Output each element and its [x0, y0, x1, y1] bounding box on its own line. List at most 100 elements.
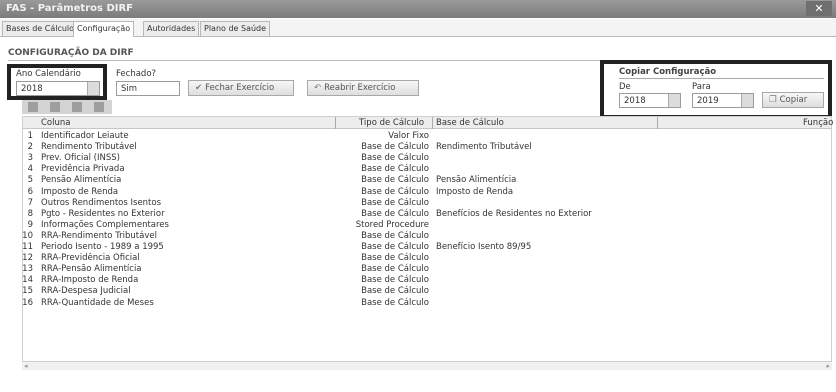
highlight-copiar-configuracao	[600, 60, 832, 119]
cell-coluna: RRA-Rendimento Tributável	[41, 230, 157, 241]
cell-tipo: Base de Cálculo	[361, 175, 429, 186]
cell-coluna: Imposto de Renda	[41, 186, 119, 197]
cell-coluna: Rendimento Tributável	[41, 142, 137, 153]
grid-tool-add-icon[interactable]	[28, 102, 38, 112]
cell-tipo: Base de Cálculo	[361, 142, 429, 153]
table-row[interactable]: 8 Pgto - Residentes no Exterior Base de Cá…	[23, 209, 831, 220]
cell-base: Benefício Isento 89/95	[436, 242, 532, 252]
cell-coluna: Prev. Oficial (INSS)	[41, 153, 120, 164]
header-divider	[335, 117, 336, 129]
cell-coluna: Identificador Leiaute	[41, 131, 129, 141]
cell-coluna: Previdência Privada	[41, 164, 125, 175]
tab-configuracao[interactable]: Configuração	[73, 21, 135, 37]
cell-coluna: RRA-Pensão Alimentícia	[41, 264, 142, 275]
scroll-left-icon[interactable]: ◂	[24, 362, 28, 370]
section-title: CONFIGURAÇÃO DA DIRF	[8, 48, 134, 58]
cell-num: 15	[22, 286, 33, 297]
cell-base: Imposto de Renda	[436, 186, 514, 197]
cell-num: 1	[27, 131, 33, 141]
cell-num: 16	[22, 297, 33, 308]
undo-icon: ↶	[314, 83, 322, 93]
table-row[interactable]: 3 Prev. Oficial (INSS) Base de Cálculo	[23, 153, 831, 164]
cell-coluna: RRA-Quantidade de Meses	[41, 297, 154, 308]
cell-tipo: Base de Cálculo	[361, 186, 429, 197]
table-row[interactable]: 16 RRA-Quantidade de Meses Base de Cálculo	[22, 297, 831, 309]
grid-toolbar	[22, 100, 112, 114]
cell-num: 10	[22, 230, 33, 241]
cell-tipo: Base de Cálculo	[361, 164, 429, 175]
header-tipo-de-calculo[interactable]: Tipo de Cálculo	[359, 118, 424, 128]
tab-bases-de-calculo[interactable]: Bases de Cálculo	[2, 21, 79, 36]
table-row[interactable]: 10 RRA-Rendimento Tributável Base de Cálcu…	[22, 230, 831, 242]
tab-bar: Bases de Cálculo Configuração Autoridade…	[0, 19, 836, 37]
table-row[interactable]: 6 Imposto de Renda Base de Cálculo Imposto …	[23, 187, 831, 198]
cell-coluna: RRA-Despesa Judicial	[41, 286, 131, 297]
cell-num: 4	[27, 164, 33, 175]
fechado-field[interactable]: Sim	[116, 81, 180, 96]
cell-tipo: Base de Cálculo	[361, 297, 429, 308]
cell-coluna: Informações Complementares	[41, 219, 169, 230]
grid-tool-delete-icon[interactable]	[72, 102, 82, 112]
cell-tipo: Base de Cálculo	[361, 197, 429, 208]
fechado-label: Fechado?	[116, 69, 157, 79]
table-row[interactable]: 1 Identificador Leiaute Valor Fixo	[23, 131, 831, 142]
cell-base: Rendimento Tributável	[436, 142, 532, 153]
cell-base: Pensão Alimentícia	[436, 175, 517, 186]
cell-tipo: Stored Procedure	[355, 219, 429, 230]
cell-num: 14	[22, 275, 33, 286]
table-row[interactable]: 11 Periodo Isento - 1989 a 1995 Base de Cá…	[22, 242, 831, 253]
cell-tipo: Base de Cálculo	[361, 242, 429, 252]
header-divider	[432, 117, 433, 129]
table-row[interactable]: 9 Informações Complementares Stored Proced…	[23, 220, 831, 231]
cell-tipo: Base de Cálculo	[361, 153, 429, 164]
fechar-exercicio-label: Fechar Exercício	[205, 83, 275, 93]
table-row[interactable]: 15 RRA-Despesa Judicial Base de Cálculo	[22, 286, 831, 297]
cell-num: 9	[27, 219, 33, 230]
cell-num: 6	[27, 186, 33, 197]
check-icon: ✔	[195, 83, 203, 93]
close-button[interactable]: ✕	[806, 1, 832, 16]
tab-autoridades[interactable]: Autoridades	[143, 21, 200, 36]
cell-coluna: RRA-Imposto de Renda	[41, 275, 139, 286]
fechado-value: Sim	[121, 84, 138, 94]
header-coluna[interactable]: Coluna	[41, 118, 70, 128]
cell-num: 5	[27, 175, 33, 186]
window-titlebar: FAS - Parâmetros DIRF ✕	[0, 0, 836, 18]
grid-tool-save-icon[interactable]	[94, 102, 104, 112]
cell-num: 13	[22, 264, 33, 275]
reabrir-exercicio-button[interactable]: ↶ Reabrir Exercício	[307, 80, 419, 96]
cell-coluna: Pensão Alimentícia	[41, 175, 122, 186]
table-row[interactable]: 12 RRA-Previdência Oficial Base de Cálculo	[22, 253, 831, 264]
fechar-exercicio-button[interactable]: ✔ Fechar Exercício	[188, 80, 294, 96]
grid-header: Coluna Tipo de Cálculo Base de Cálculo F…	[23, 117, 833, 129]
cell-tipo: Base de Cálculo	[361, 230, 429, 241]
cell-base: Benefícios de Residentes no Exterior	[436, 208, 592, 219]
cell-coluna: Outros Rendimentos Isentos	[41, 197, 162, 208]
tab-plano-de-saude[interactable]: Plano de Saúde	[200, 21, 271, 36]
header-divider	[657, 117, 658, 129]
table-row[interactable]: 2 Rendimento Tributável Base de Cálculo Ren…	[23, 142, 831, 153]
table-row[interactable]: 7 Outros Rendimentos Isentos Base de Cálcu…	[23, 198, 831, 209]
table-row[interactable]: 4 Previdência Privada Base de Cálculo	[23, 164, 831, 175]
cell-tipo: Base de Cálculo	[361, 208, 429, 219]
horizontal-scrollbar[interactable]: ◂ ▸	[22, 362, 832, 370]
cell-num: 7	[27, 197, 33, 208]
header-funcao[interactable]: Função	[803, 118, 833, 128]
table-row[interactable]: 13 RRA-Pensão Alimentícia Base de Cálculo	[22, 264, 831, 275]
cell-coluna: RRA-Previdência Oficial	[41, 253, 140, 264]
cell-tipo: Valor Fixo	[388, 131, 429, 141]
cell-num: 3	[27, 153, 33, 164]
header-base-de-calculo[interactable]: Base de Cálculo	[436, 118, 504, 128]
cell-tipo: Base de Cálculo	[361, 264, 429, 275]
grid-tool-edit-icon[interactable]	[50, 102, 60, 112]
scroll-right-icon[interactable]: ▸	[826, 362, 830, 370]
cell-num: 11	[22, 242, 33, 252]
cell-num: 2	[27, 142, 33, 153]
window-title: FAS - Parâmetros DIRF	[6, 3, 133, 14]
cell-coluna: Pgto - Residentes no Exterior	[41, 208, 165, 219]
table-row[interactable]: 14 RRA-Imposto de Renda Base de Cálculo	[22, 275, 831, 286]
cell-tipo: Base de Cálculo	[361, 286, 429, 297]
table-row[interactable]: 5 Pensão Alimentícia Base de Cálculo Pensão…	[23, 175, 831, 186]
highlight-ano-calendario	[7, 64, 107, 100]
cell-tipo: Base de Cálculo	[361, 253, 429, 264]
